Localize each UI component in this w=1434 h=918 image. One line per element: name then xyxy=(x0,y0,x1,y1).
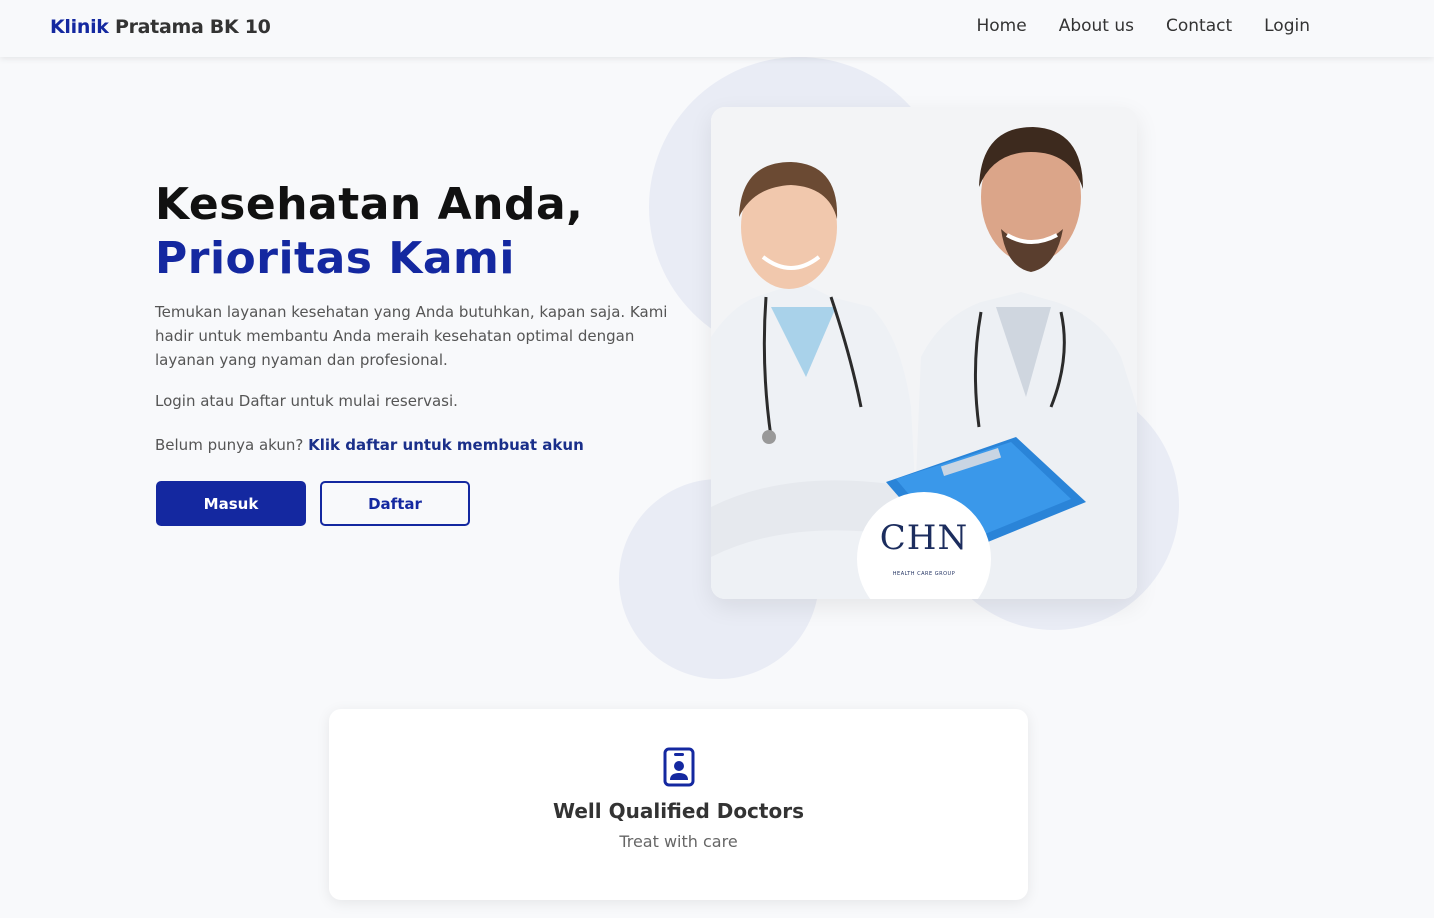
signup-prompt-text: Belum punya akun? xyxy=(155,436,304,454)
masuk-button[interactable]: Masuk xyxy=(156,481,306,526)
brand-logo[interactable]: Klinik Pratama BK 10 xyxy=(50,16,271,38)
nav-about[interactable]: About us xyxy=(1059,16,1134,36)
hero-description: Temukan layanan kesehatan yang Anda butu… xyxy=(155,303,668,369)
signup-prompt: Belum punya akun? Klik daftar untuk memb… xyxy=(155,436,584,454)
doctors-photo: CHN HEALTH CARE GROUP xyxy=(711,107,1137,599)
nav-contact[interactable]: Contact xyxy=(1166,16,1232,36)
nav-links: Home About us Contact Login xyxy=(976,16,1310,36)
chn-logo-name: CHN xyxy=(879,518,969,558)
daftar-button[interactable]: Daftar xyxy=(320,481,470,526)
feature-subtitle: Treat with care xyxy=(619,832,738,851)
navbar: Klinik Pratama BK 10 Home About us Conta… xyxy=(0,0,1434,57)
hero-title-line1: Kesehatan Anda, xyxy=(155,179,584,230)
chn-logo-tagline: HEALTH CARE GROUP xyxy=(892,571,956,577)
login-prompt: Login atau Daftar untuk mulai reservasi. xyxy=(155,392,458,410)
nav-home[interactable]: Home xyxy=(976,16,1026,36)
nav-login[interactable]: Login xyxy=(1264,16,1310,36)
feature-title: Well Qualified Doctors xyxy=(553,799,804,823)
id-badge-icon xyxy=(663,747,695,787)
feature-card: Well Qualified Doctors Treat with care xyxy=(329,709,1028,900)
hero-title-line2: Prioritas Kami xyxy=(155,233,515,284)
brand-part2: Pratama BK 10 xyxy=(114,16,271,38)
signup-link[interactable]: Klik daftar untuk membuat akun xyxy=(308,436,584,454)
hero-title: Kesehatan Anda, Prioritas Kami xyxy=(155,178,583,286)
brand-part1: Klinik xyxy=(50,16,109,38)
